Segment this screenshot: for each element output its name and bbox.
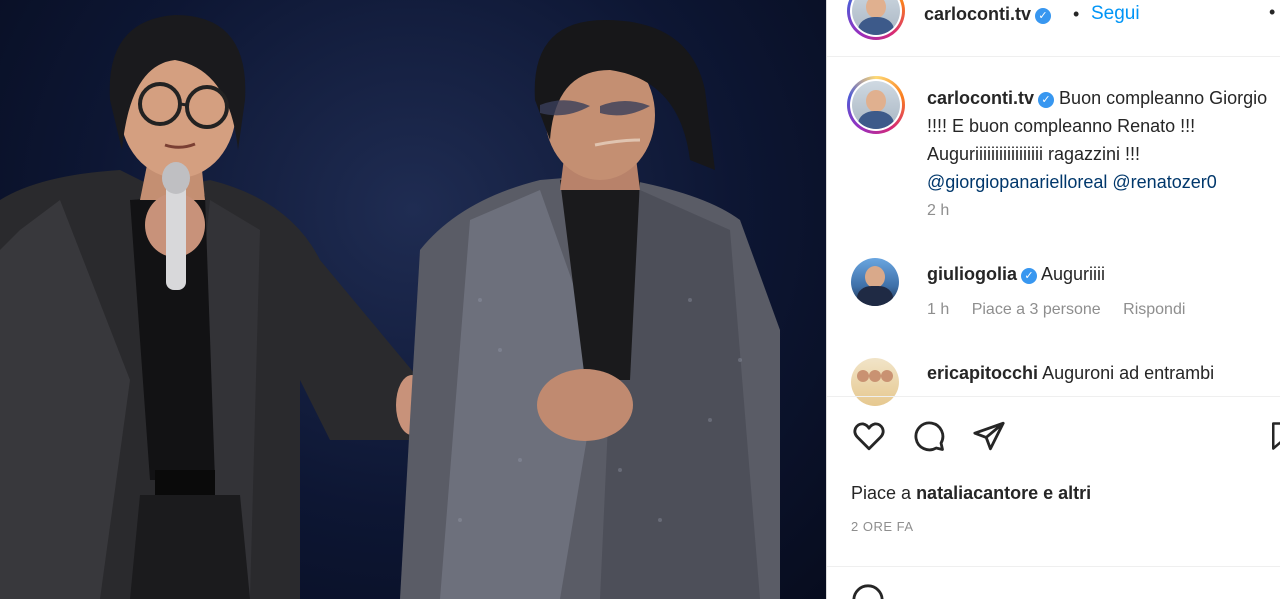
comment-item: ericapitocchi Auguroni ad entrambi: [927, 359, 1280, 387]
post-side-panel: carloconti.tv ✓ • Segui • carloconti.tv ✓ …: [826, 0, 1280, 599]
comment-item: giuliogolia ✓ Auguriiii: [927, 260, 1280, 288]
verified-icon: ✓: [1021, 268, 1037, 284]
commenter-avatar[interactable]: [851, 258, 899, 306]
liker-username-link[interactable]: nataliacantore: [916, 483, 1038, 503]
comment-text: Auguroni ad entrambi: [1042, 363, 1215, 383]
more-options-icon[interactable]: •: [1269, 2, 1275, 23]
share-icon[interactable]: [971, 419, 1007, 453]
post-header: carloconti.tv ✓ • Segui •: [827, 0, 1280, 57]
bookmark-icon[interactable]: [1267, 419, 1280, 453]
comment-username[interactable]: ericapitocchi: [927, 363, 1038, 383]
mention-link[interactable]: @renatozer0: [1112, 172, 1216, 192]
comment-text: Auguriiii: [1041, 264, 1106, 284]
concert-image: [0, 15, 780, 599]
add-comment-row: [827, 566, 1280, 599]
author-avatar[interactable]: [847, 0, 905, 40]
comment-icon[interactable]: [911, 419, 947, 453]
verified-icon: ✓: [1038, 92, 1055, 108]
verified-icon: ✓: [1035, 8, 1052, 24]
emoji-icon[interactable]: [851, 583, 885, 599]
caption-time: 2 h: [927, 202, 950, 219]
post-actions: Piace a nataliacantore e altri 2 ORE FA: [827, 396, 1280, 567]
reply-button[interactable]: Rispondi: [1123, 301, 1185, 318]
comment-meta: 1 h Piace a 3 persone Rispondi: [927, 301, 1203, 319]
post-timestamp: 2 ORE FA: [851, 519, 914, 534]
post-caption: carloconti.tv ✓ Buon compleanno Giorgio !…: [927, 84, 1280, 196]
post-photo[interactable]: [0, 0, 826, 599]
comment-likes-link[interactable]: Piace a 3 persone: [972, 301, 1101, 318]
author-username-link[interactable]: carloconti.tv ✓: [924, 4, 1052, 25]
caption-username[interactable]: carloconti.tv: [927, 88, 1034, 108]
comment-time: 1 h: [927, 301, 950, 318]
comment-username[interactable]: giuliogolia: [927, 264, 1017, 284]
likes-summary: Piace a nataliacantore e altri: [851, 483, 1092, 503]
mention-link[interactable]: @giorgiopanarielloreal: [927, 172, 1107, 192]
caption-author-avatar[interactable]: [847, 76, 905, 134]
heart-icon[interactable]: [851, 419, 887, 453]
separator-dot: •: [1073, 4, 1080, 24]
follow-button[interactable]: Segui: [1091, 3, 1140, 25]
